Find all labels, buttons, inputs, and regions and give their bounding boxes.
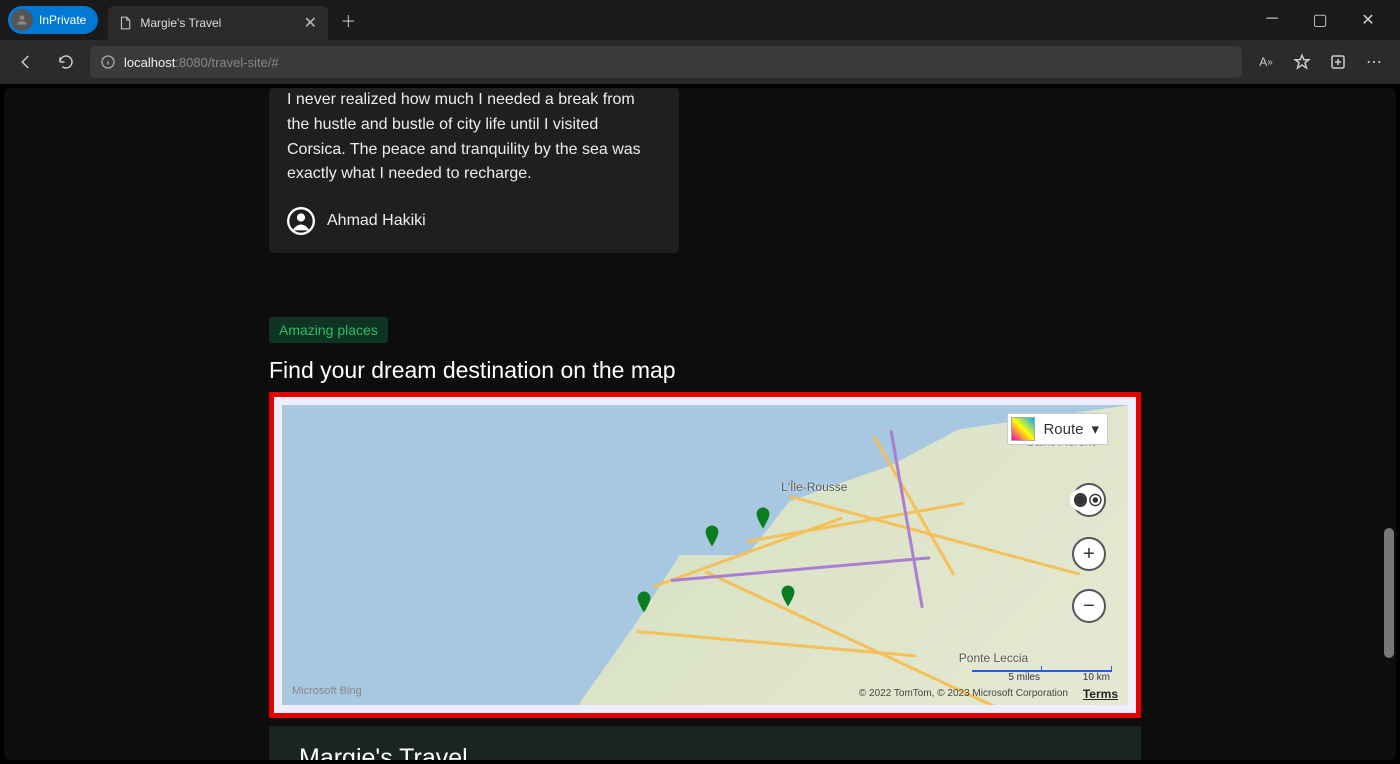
new-tab-button[interactable]: ＋ bbox=[332, 4, 364, 36]
browser-tab[interactable]: Margie's Travel ✕ bbox=[108, 6, 328, 40]
address-bar[interactable]: localhost:8080/travel-site/# bbox=[90, 46, 1242, 78]
browser-titlebar: InPrivate Margie's Travel ✕ ＋ ─ ▢ ✕ bbox=[0, 0, 1400, 40]
testimonial-quote: I never realized how much I needed a bre… bbox=[287, 88, 661, 187]
map-highlight-frame: L'Île-Rousse Saint-Florent Ponte Leccia … bbox=[269, 392, 1141, 718]
section-title: Find your dream destination on the map bbox=[269, 357, 1376, 384]
map-pin[interactable] bbox=[781, 585, 795, 607]
map-scale: 5 miles 10 km bbox=[972, 670, 1112, 683]
document-icon bbox=[118, 16, 132, 30]
collections-button[interactable] bbox=[1322, 46, 1354, 78]
browser-viewport: I never realized how much I needed a bre… bbox=[0, 84, 1400, 764]
map-canvas[interactable]: L'Île-Rousse Saint-Florent Ponte Leccia … bbox=[282, 405, 1128, 705]
site-footer: Margie's Travel bbox=[269, 726, 1141, 760]
zoom-in-button[interactable]: + bbox=[1072, 537, 1106, 571]
menu-button[interactable]: ⋯ bbox=[1358, 46, 1390, 78]
user-circle-icon bbox=[287, 207, 315, 235]
section-tag: Amazing places bbox=[269, 317, 388, 343]
close-window-button[interactable]: ✕ bbox=[1356, 10, 1380, 30]
testimonial-card: I never realized how much I needed a bre… bbox=[269, 88, 679, 253]
scrollbar-thumb[interactable] bbox=[1384, 528, 1394, 658]
chevron-down-icon: ▾ bbox=[1091, 420, 1099, 438]
window-controls: ─ ▢ ✕ bbox=[1260, 10, 1392, 30]
browser-toolbar: localhost:8080/travel-site/# A» ⋯ bbox=[0, 40, 1400, 84]
map-copyright: © 2022 TomTom, © 2023 Microsoft Corporat… bbox=[859, 688, 1068, 699]
tab-title: Margie's Travel bbox=[140, 16, 294, 30]
map-pin[interactable] bbox=[705, 525, 719, 547]
inprivate-badge[interactable]: InPrivate bbox=[8, 6, 98, 34]
url-text: localhost:8080/travel-site/# bbox=[124, 55, 279, 70]
map-label-ponte-leccia: Ponte Leccia bbox=[959, 651, 1028, 665]
locate-me-button[interactable] bbox=[1072, 483, 1106, 517]
maximize-button[interactable]: ▢ bbox=[1308, 10, 1332, 30]
refresh-button[interactable] bbox=[50, 46, 82, 78]
author-name: Ahmad Hakiki bbox=[327, 212, 426, 230]
profile-icon bbox=[11, 9, 33, 31]
read-aloud-button[interactable]: A» bbox=[1250, 46, 1282, 78]
back-button[interactable] bbox=[10, 46, 42, 78]
map-route-dropdown[interactable]: Route ▾ bbox=[1007, 413, 1108, 445]
favorites-button[interactable] bbox=[1286, 46, 1318, 78]
map-pin[interactable] bbox=[637, 591, 651, 613]
map-style-thumb-icon bbox=[1011, 417, 1035, 441]
footer-brand: Margie's Travel bbox=[299, 744, 1111, 760]
map-label-ile-rousse: L'Île-Rousse bbox=[781, 480, 847, 494]
site-info-icon[interactable] bbox=[100, 54, 116, 70]
map-pin[interactable] bbox=[756, 507, 770, 529]
inprivate-label: InPrivate bbox=[39, 13, 86, 27]
minimize-button[interactable]: ─ bbox=[1260, 10, 1284, 30]
route-label: Route bbox=[1043, 421, 1083, 438]
zoom-out-button[interactable]: − bbox=[1072, 589, 1106, 623]
close-tab-button[interactable]: ✕ bbox=[302, 15, 318, 31]
testimonial-author: Ahmad Hakiki bbox=[287, 207, 661, 235]
page-content: I never realized how much I needed a bre… bbox=[4, 88, 1396, 760]
map-terms-link[interactable]: Terms bbox=[1083, 687, 1118, 701]
bing-logo: Microsoft Bing bbox=[292, 685, 362, 697]
